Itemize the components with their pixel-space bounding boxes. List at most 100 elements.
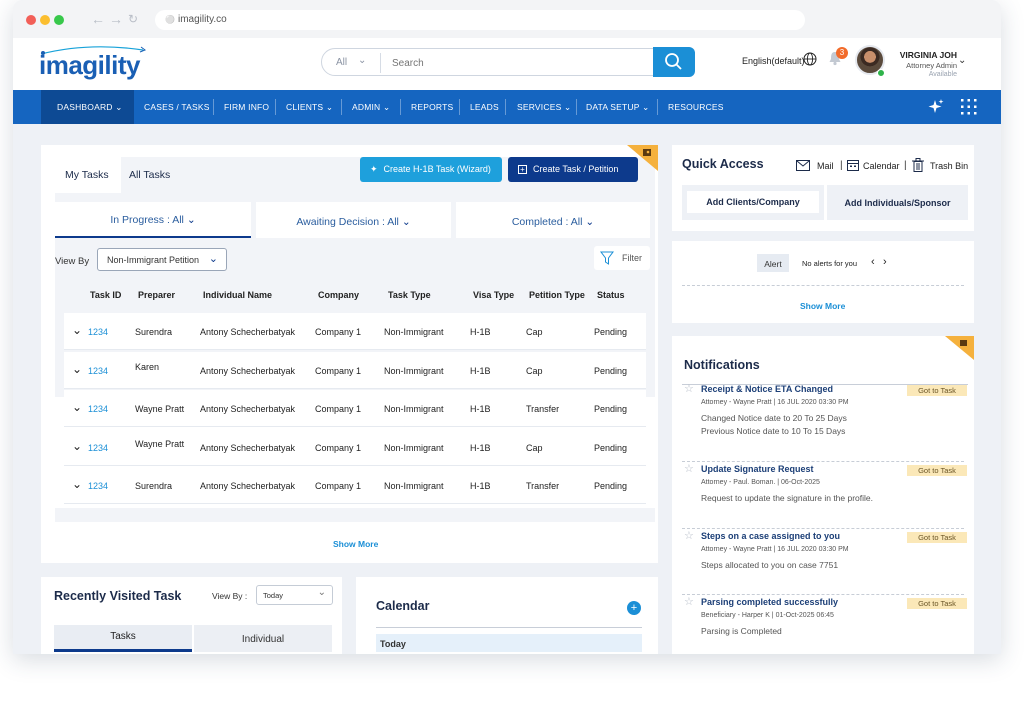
tab-all-tasks[interactable]: All Tasks [129, 157, 170, 193]
nav-reports[interactable]: REPORTS [411, 90, 453, 124]
nav-label: FIRM INFO [224, 102, 270, 112]
notification-body: Parsing is Completed [701, 626, 782, 636]
tab-my-tasks[interactable]: My Tasks [55, 157, 121, 193]
search-icon [665, 53, 682, 70]
notification-title[interactable]: Update Signature Request [701, 464, 814, 474]
app-logo[interactable]: imagility [39, 50, 140, 81]
chevron-left-icon[interactable]: ‹ [871, 256, 875, 268]
nav-clients[interactable]: CLIENTS ⌄ [286, 90, 333, 124]
chevron-down-icon: ⌄ [317, 587, 326, 598]
table-cell: Antony Schecherbatyak [200, 442, 296, 453]
go-to-task-button[interactable]: Got to Task [907, 465, 967, 476]
mail-link[interactable]: Mail [817, 161, 834, 171]
chevron-right-icon[interactable]: › [883, 256, 887, 268]
add-clients-company-button[interactable]: Add Clients/Company [682, 185, 824, 220]
show-more-link[interactable]: Show More [333, 539, 378, 549]
corner-ribbon-icon [945, 336, 974, 360]
task-id-link[interactable]: 1234 [88, 327, 108, 337]
sparkle-icon[interactable] [927, 98, 945, 116]
expand-row-chevron-icon[interactable]: ⌄ [72, 400, 82, 414]
go-to-task-button[interactable]: Got to Task [907, 385, 967, 396]
nav-leads[interactable]: LEADS [470, 90, 499, 124]
task-id-link[interactable]: 1234 [88, 404, 108, 414]
table-row[interactable]: ⌄ 1234 Surendra Antony Schecherbatyak Compan… [64, 467, 646, 505]
table-cell: Surendra [135, 327, 173, 337]
table-cell: Pending [594, 442, 628, 453]
table-row[interactable]: ⌄ 1234 Wayne Pratt Antony Schecherbatyak Com… [64, 428, 646, 466]
table-row[interactable]: ⌄ 1234 Wayne Pratt Antony Schecherbatyak Com… [64, 390, 646, 428]
calendar-icon[interactable] [847, 159, 859, 171]
recent-view-by-select[interactable]: Today ⌄ [256, 585, 333, 605]
column-header: Individual Name [203, 290, 273, 300]
recent-tab-tasks[interactable]: Tasks [54, 625, 192, 652]
notification-title[interactable]: Receipt & Notice ETA Changed [701, 384, 833, 394]
trash-bin-link[interactable]: Trash Bin [930, 161, 968, 171]
expand-row-chevron-icon[interactable]: ⌄ [72, 362, 82, 376]
quick-access-panel: Quick Access Mail | Calendar | Trash Bin… [672, 145, 974, 231]
nav-dashboard[interactable]: DASHBOARD ⌄ [41, 90, 134, 124]
reload-icon[interactable]: ↻ [128, 12, 138, 26]
apps-grid-icon[interactable] [959, 97, 979, 117]
nav-admin[interactable]: ADMIN ⌄ [352, 90, 390, 124]
mail-icon[interactable] [796, 160, 810, 171]
nav-cases-tasks[interactable]: CASES / TASKS [144, 90, 210, 124]
view-by-select[interactable]: Non-Immigrant Petition ⌄ [97, 248, 227, 271]
minimize-window-button[interactable] [40, 15, 50, 25]
notification-title[interactable]: Steps on a case assigned to you [701, 531, 840, 541]
task-id-link[interactable]: 1234 [88, 481, 108, 491]
select-value: Today [263, 591, 284, 600]
table-cell: Pending [594, 365, 628, 376]
alerts-show-more-link[interactable]: Show More [800, 301, 845, 311]
create-h1b-wizard-button[interactable]: ✦ Create H-1B Task (Wizard) [360, 157, 502, 182]
user-info[interactable]: VIRGINIA JOH Attorney Admin Available [877, 50, 957, 78]
add-event-icon[interactable]: + [627, 601, 641, 615]
tab-completed[interactable]: Completed : All ⌄ [456, 202, 650, 238]
task-id-link[interactable]: 1234 [88, 443, 108, 453]
globe-icon[interactable] [803, 52, 817, 66]
back-arrow-icon[interactable]: ← [91, 11, 105, 27]
notification-title[interactable]: Parsing completed successfully [701, 597, 838, 607]
filter-button[interactable]: Filter [594, 246, 650, 270]
button-label: Add Individuals/Sponsor [844, 198, 951, 208]
search-button[interactable] [653, 47, 695, 77]
calendar-today-row[interactable]: Today [376, 634, 642, 652]
language-selector[interactable]: English(default) [742, 56, 805, 66]
expand-row-chevron-icon[interactable]: ⌄ [72, 439, 82, 453]
nav-services[interactable]: SERVICES ⌄ [517, 90, 571, 124]
task-id-link[interactable]: 1234 [88, 366, 108, 376]
go-to-task-button[interactable]: Got to Task [907, 532, 967, 543]
tab-awaiting-decision[interactable]: Awaiting Decision : All ⌄ [256, 202, 451, 238]
add-individuals-sponsor-button[interactable]: Add Individuals/Sponsor [827, 185, 968, 220]
search-input[interactable] [392, 55, 642, 71]
expand-row-chevron-icon[interactable]: ⌄ [72, 323, 82, 337]
table-row[interactable]: ⌄ 1234 Surendra Antony Schecherbatyak Compan… [64, 313, 646, 350]
star-icon[interactable]: ☆ [684, 529, 694, 542]
table-row[interactable]: ⌄ 1234 Karen Antony Schecherbatyak Company 1… [64, 351, 646, 389]
column-header: Visa Type [473, 290, 515, 300]
expand-row-chevron-icon[interactable]: ⌄ [72, 477, 82, 491]
close-window-button[interactable] [26, 15, 36, 25]
nav-data-setup[interactable]: DATA SETUP ⌄ [586, 90, 649, 124]
forward-arrow-icon[interactable]: → [109, 11, 123, 27]
nav-label: DASHBOARD [57, 102, 113, 112]
chevron-down-icon[interactable]: ⌄ [358, 55, 366, 66]
tab-in-progress[interactable]: In Progress : All ⌄ [55, 202, 251, 238]
trash-icon[interactable] [912, 158, 924, 172]
recent-tab-individual[interactable]: Individual [194, 625, 332, 652]
star-icon[interactable]: ☆ [684, 462, 694, 475]
create-task-petition-button[interactable]: + Create Task / Petition [508, 157, 638, 182]
go-to-task-button[interactable]: Got to Task [907, 598, 967, 609]
alert-tab[interactable]: Alert [757, 254, 789, 272]
star-icon[interactable]: ☆ [684, 595, 694, 608]
divider [657, 99, 658, 115]
user-status: Available [928, 71, 957, 78]
chevron-down-icon[interactable]: ⌄ [958, 55, 966, 66]
url-text: imagility.co [177, 14, 227, 25]
address-bar[interactable]: ⚪ imagility.co [155, 10, 805, 30]
nav-resources[interactable]: RESOURCES [668, 90, 724, 124]
maximize-window-button[interactable] [54, 15, 64, 25]
search-category[interactable]: All [336, 57, 347, 68]
calendar-link[interactable]: Calendar [863, 161, 900, 171]
star-icon[interactable]: ☆ [684, 382, 694, 395]
nav-firm-info[interactable]: FIRM INFO [224, 90, 269, 124]
